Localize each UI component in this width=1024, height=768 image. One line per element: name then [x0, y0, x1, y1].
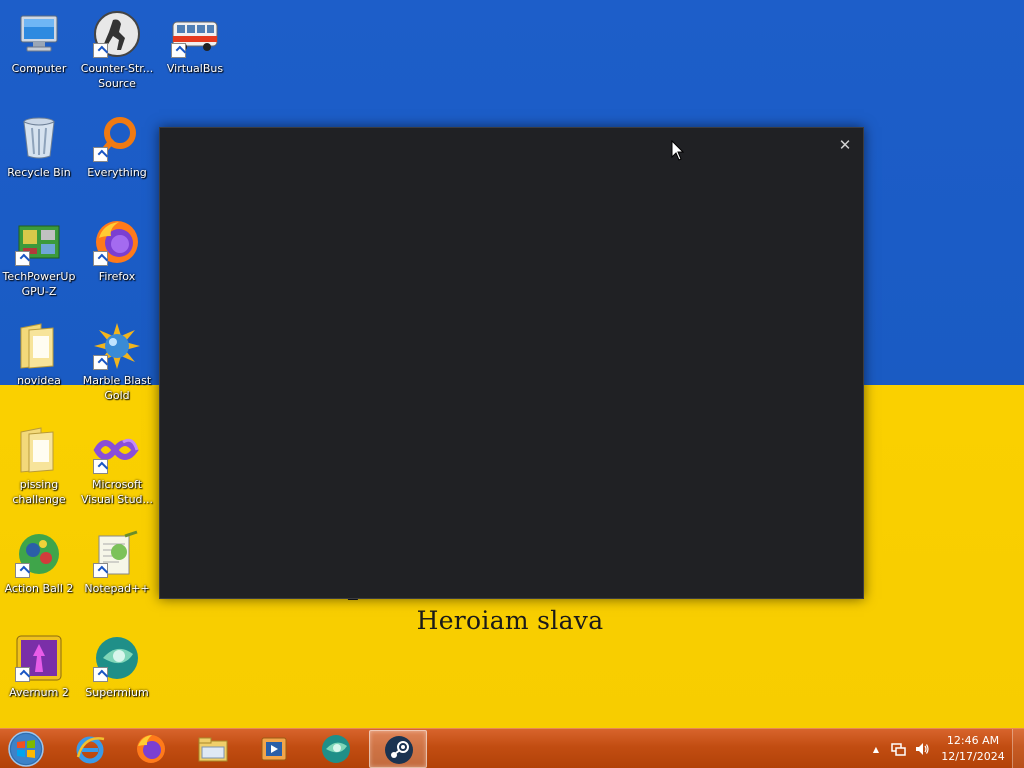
start-button[interactable]	[4, 730, 48, 768]
desktop-icon-label: Counter-Str... Source	[80, 62, 154, 90]
taskbar-internet-explorer[interactable]	[61, 730, 119, 768]
shortcut-arrow-icon	[93, 147, 108, 162]
shortcut-arrow-icon	[93, 667, 108, 682]
desktop-icon-computer[interactable]: Computer	[0, 4, 78, 100]
desktop-icon-label: pissing challenge	[12, 478, 66, 506]
shortcut-arrow-icon	[171, 43, 186, 58]
steam-icon	[385, 736, 413, 764]
desktop-icon-novidea[interactable]: novidea	[0, 316, 78, 412]
shortcut-arrow-icon	[15, 563, 30, 578]
taskbar-media-player[interactable]	[245, 730, 303, 768]
desktop-icon-notepad-plus-plus[interactable]: Notepad++	[78, 524, 156, 620]
file-explorer-icon	[198, 737, 228, 762]
desktop-icon-label: Microsoft Visual Stud...	[80, 478, 154, 506]
firefox-icon	[137, 735, 165, 763]
chevron-up-icon: ▲	[872, 745, 880, 754]
desktop-icon-label: novidea	[17, 374, 61, 387]
desktop-icon-label: Supermium	[85, 686, 149, 699]
wallpaper-slogan: Heroiam slava	[416, 606, 604, 635]
desktop-icon-label: TechPowerUp GPU-Z	[2, 270, 76, 298]
desktop-icon-label: Marble Blast Gold	[82, 374, 152, 402]
taskbar-file-explorer[interactable]	[184, 730, 242, 768]
volume-icon[interactable]	[914, 741, 930, 757]
folder-icon	[15, 322, 63, 370]
shortcut-arrow-icon	[15, 667, 30, 682]
desktop-icon-label: Computer	[11, 62, 67, 75]
network-icon[interactable]	[890, 741, 906, 757]
shortcut-arrow-icon	[15, 251, 30, 266]
show-hidden-icons-button[interactable]: ▲	[868, 741, 884, 757]
desktop-icon-counter-strike-source[interactable]: Counter-Str... Source	[78, 4, 156, 100]
desktop-icon-pissing-challenge[interactable]: pissing challenge	[0, 420, 78, 516]
desktop-icon-label: Recycle Bin	[7, 166, 71, 179]
taskbar-clock[interactable]: 12:46 AM 12/17/2024	[938, 733, 1008, 765]
clock-time: 12:46 AM	[946, 734, 1000, 747]
taskbar-steam[interactable]	[369, 730, 427, 768]
taskbar: ▲ 12:46 AM 12/17/2024	[0, 728, 1024, 768]
taskbar-supermium[interactable]	[307, 730, 365, 768]
internet-explorer-icon	[76, 736, 105, 764]
taskbar-firefox[interactable]	[122, 730, 180, 768]
show-desktop-button[interactable]	[1012, 729, 1024, 768]
desktop-icon-label: Avernum 2	[9, 686, 69, 699]
shortcut-arrow-icon	[93, 355, 108, 370]
shortcut-arrow-icon	[93, 251, 108, 266]
computer-icon	[15, 10, 63, 58]
desktop-icon-label: Everything	[87, 166, 147, 179]
desktop-icon-avernum-2[interactable]: Avernum 2	[0, 628, 78, 724]
close-button[interactable]: ✕	[833, 134, 857, 156]
desktop-icon-label: VirtualBus	[166, 62, 224, 75]
windows-start-icon	[8, 731, 44, 767]
desktop-icon-marble-blast-gold[interactable]: Marble Blast Gold	[78, 316, 156, 412]
recycle-bin-icon	[15, 114, 63, 162]
desktop-icon-label: Firefox	[98, 270, 136, 283]
desktop-icon-supermium[interactable]: Supermium	[78, 628, 156, 724]
desktop-icon-visual-studio[interactable]: Microsoft Visual Stud...	[78, 420, 156, 516]
mouse-cursor-icon	[671, 139, 685, 162]
desktop-icon-everything[interactable]: Everything	[78, 108, 156, 204]
dark-popup-window[interactable]: ✕	[159, 127, 864, 599]
desktop-icon-label: Action Ball 2	[4, 582, 74, 595]
desktop-icon-label: Notepad++	[84, 582, 150, 595]
media-player-icon	[261, 737, 287, 761]
desktop-icon-firefox[interactable]: Firefox	[78, 212, 156, 308]
supermium-icon	[322, 735, 350, 763]
shortcut-arrow-icon	[93, 563, 108, 578]
desktop-icon-action-ball-2[interactable]: Action Ball 2	[0, 524, 78, 620]
folder-icon	[15, 426, 63, 474]
close-icon: ✕	[838, 136, 852, 154]
desktop-icon-virtualbus[interactable]: VirtualBus	[156, 4, 234, 100]
shortcut-arrow-icon	[93, 43, 108, 58]
shortcut-arrow-icon	[93, 459, 108, 474]
desktop-icon-gpu-z[interactable]: TechPowerUp GPU-Z	[0, 212, 78, 308]
desktop-icon-recycle-bin[interactable]: Recycle Bin	[0, 108, 78, 204]
clock-date: 12/17/2024	[941, 750, 1005, 763]
